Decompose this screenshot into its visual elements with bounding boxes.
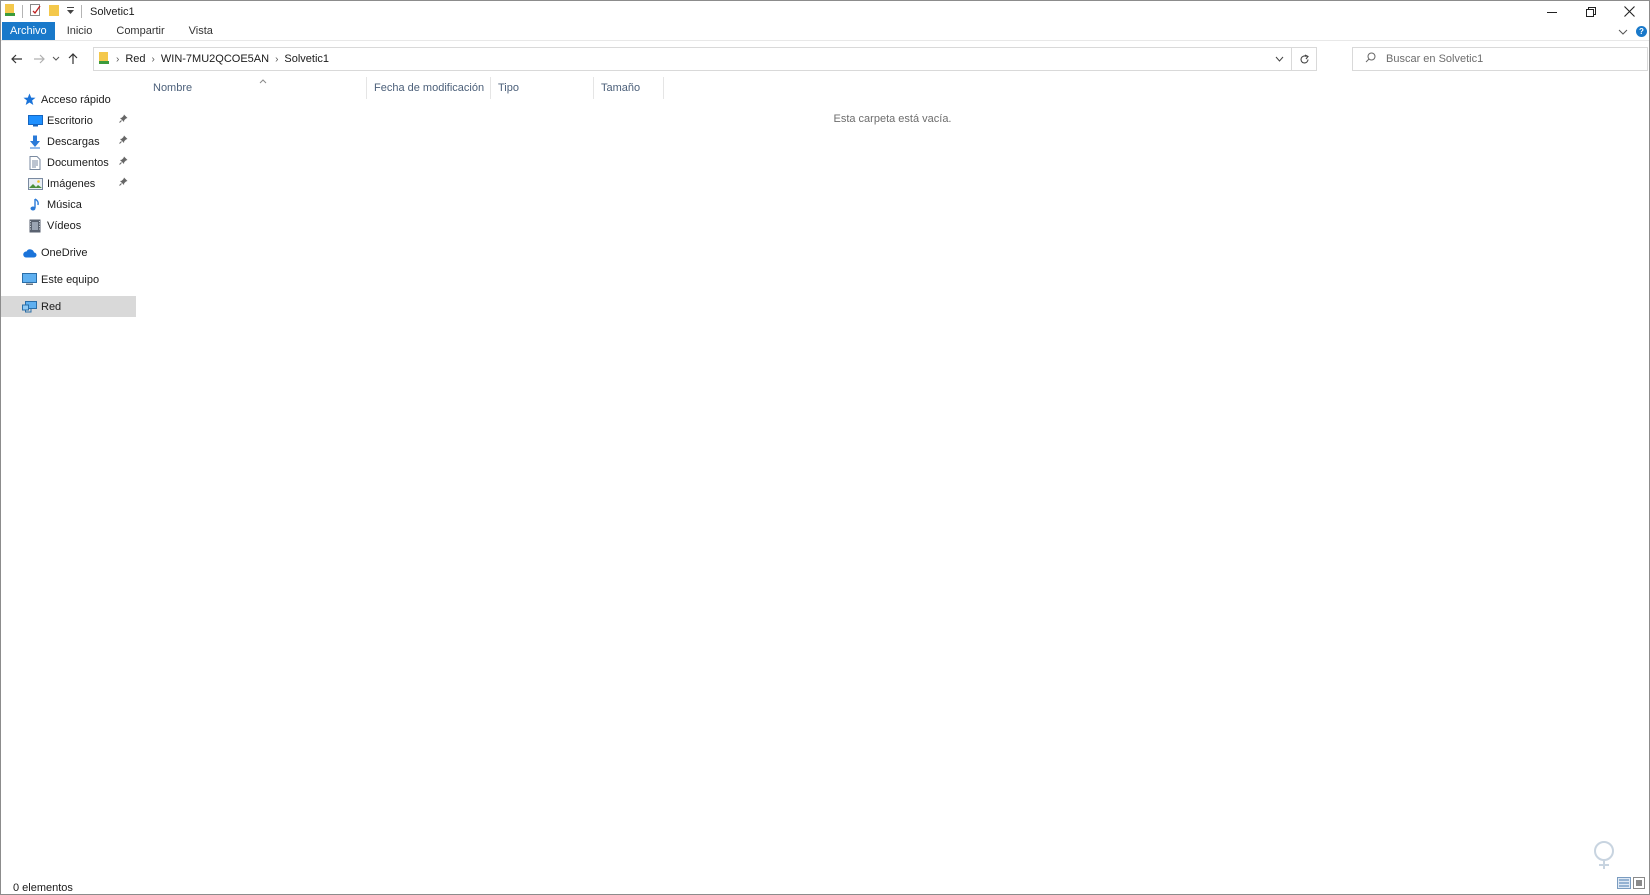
tab-vista[interactable]: Vista	[177, 22, 225, 40]
sidebar-item-label: Acceso rápido	[41, 93, 111, 106]
up-button[interactable]	[62, 48, 84, 70]
breadcrumb-chevron-icon[interactable]: ›	[275, 54, 278, 65]
address-bar[interactable]: › Red › WIN-7MU2QCOE5AN › Solvetic1	[93, 47, 1317, 71]
ribbon-right-controls: ?	[1618, 22, 1649, 41]
breadcrumb-chevron-icon[interactable]: ›	[152, 54, 155, 65]
sidebar-item-documentos[interactable]: Documentos	[1, 152, 136, 173]
sidebar-item-label: OneDrive	[41, 246, 88, 259]
view-toggles	[1617, 877, 1645, 892]
window-title: Solvetic1	[90, 5, 135, 18]
downloads-icon	[27, 134, 43, 150]
sidebar-item-este-equipo[interactable]: Este equipo	[1, 269, 136, 290]
pin-icon[interactable]	[119, 135, 128, 147]
sidebar-item-label: Vídeos	[47, 219, 82, 232]
column-header-label: Fecha de modificación	[374, 82, 485, 94]
tab-inicio[interactable]: Inicio	[55, 22, 105, 40]
column-header-label: Nombre	[153, 82, 193, 94]
window-controls	[1532, 1, 1649, 22]
column-header-label: Tipo	[498, 82, 519, 94]
close-button[interactable]	[1610, 1, 1649, 22]
customize-qat-chevron-icon[interactable]	[66, 6, 75, 18]
star-icon	[21, 92, 37, 108]
network-icon	[21, 299, 37, 315]
documents-icon	[27, 155, 43, 171]
sidebar-item-imagenes[interactable]: Imágenes	[1, 173, 136, 194]
column-header-label: Tamaño	[601, 82, 641, 94]
sidebar-item-descargas[interactable]: Descargas	[1, 131, 136, 152]
sidebar-item-label: Descargas	[47, 135, 100, 148]
breadcrumb-chevron-icon[interactable]: ›	[116, 54, 119, 65]
cloud-icon	[21, 245, 37, 261]
quick-access-toolbar	[1, 1, 82, 22]
tab-compartir[interactable]: Compartir	[104, 22, 176, 40]
search-icon	[1365, 52, 1376, 66]
help-icon[interactable]: ?	[1636, 26, 1647, 37]
item-count: 0 elementos	[13, 882, 73, 894]
watermark-logo-icon	[1587, 839, 1621, 876]
breadcrumb-current-folder[interactable]: Solvetic1	[284, 53, 329, 65]
sidebar-item-label: Documentos	[47, 156, 109, 169]
computer-icon	[21, 272, 37, 288]
minimize-button[interactable]	[1532, 1, 1571, 22]
sidebar-item-musica[interactable]: Música	[1, 194, 136, 215]
explorer-window: Solvetic1 Archivo Inicio Compartir Vista…	[0, 0, 1650, 895]
folder-app-icon	[4, 3, 16, 20]
breadcrumb: › Red › WIN-7MU2QCOE5AN › Solvetic1	[94, 48, 329, 70]
details-view-icon[interactable]	[1617, 877, 1631, 892]
search-input[interactable]	[1386, 53, 1626, 65]
column-divider[interactable]	[663, 77, 664, 99]
sidebar-item-label: Red	[41, 300, 62, 313]
breadcrumb-red[interactable]: Red	[125, 53, 145, 65]
pin-icon[interactable]	[119, 156, 128, 168]
music-icon	[27, 197, 43, 213]
sidebar-item-label: Música	[47, 198, 82, 211]
pin-icon[interactable]	[119, 177, 128, 189]
breadcrumb-server[interactable]: WIN-7MU2QCOE5AN	[161, 53, 269, 65]
toolbar-separator	[81, 5, 82, 18]
title-bar: Solvetic1	[1, 1, 1649, 22]
large-icons-view-icon[interactable]	[1633, 877, 1645, 892]
ribbon-tabs: Archivo Inicio Compartir Vista ?	[1, 22, 1649, 41]
network-folder-icon	[98, 51, 110, 68]
column-header-nombre[interactable]: Nombre	[146, 77, 367, 99]
recent-locations-chevron-icon[interactable]	[50, 48, 62, 70]
address-history-chevron-icon[interactable]	[1268, 48, 1290, 70]
sidebar-item-onedrive[interactable]: OneDrive	[1, 242, 136, 263]
restore-button[interactable]	[1571, 1, 1610, 22]
sidebar-item-videos[interactable]: Vídeos	[1, 215, 136, 236]
properties-icon[interactable]	[29, 3, 42, 20]
navigation-bar: › Red › WIN-7MU2QCOE5AN › Solvetic1	[1, 45, 1649, 72]
toolbar-separator	[22, 5, 23, 18]
search-box[interactable]	[1352, 47, 1648, 71]
back-button[interactable]	[6, 48, 28, 70]
pictures-icon	[27, 176, 43, 192]
sidebar-item-quick-access[interactable]: Acceso rápido	[1, 89, 136, 110]
forward-button[interactable]	[28, 48, 50, 70]
sidebar-item-label: Este equipo	[41, 273, 100, 286]
videos-icon	[27, 218, 43, 234]
tab-archivo[interactable]: Archivo	[2, 22, 55, 40]
sidebar-item-red[interactable]: Red	[1, 296, 136, 317]
sidebar-item-label: Imágenes	[47, 177, 96, 190]
column-headers: Nombre Fecha de modificación Tipo Tamaño	[146, 77, 664, 99]
column-header-tipo[interactable]: Tipo	[491, 77, 594, 99]
column-header-fecha[interactable]: Fecha de modificación	[367, 77, 491, 99]
expand-ribbon-chevron-icon[interactable]	[1618, 26, 1628, 38]
new-folder-icon[interactable]	[48, 3, 60, 20]
column-header-tamano[interactable]: Tamaño	[594, 77, 664, 99]
status-bar: 0 elementos	[1, 881, 1649, 895]
refresh-button[interactable]	[1291, 48, 1316, 70]
empty-folder-message: Esta carpeta está vacía.	[833, 113, 952, 125]
